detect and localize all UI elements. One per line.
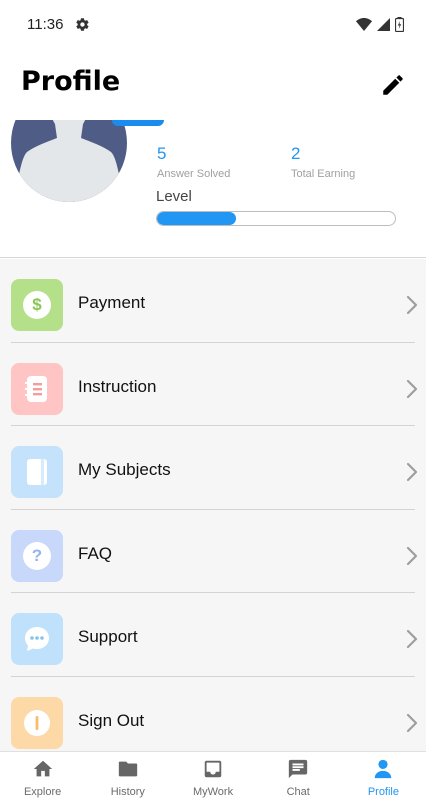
bottom-navigation: Explore History MyWork Chat Profile bbox=[0, 751, 426, 800]
status-bar: 11:36 bbox=[0, 0, 426, 50]
nav-tab-explore[interactable]: Explore bbox=[0, 752, 85, 800]
chevron-right-icon bbox=[406, 379, 418, 398]
nav-tab-label: Profile bbox=[367, 786, 399, 798]
total-earning-value: 2 bbox=[291, 144, 301, 163]
answers-solved-value: 5 bbox=[157, 144, 167, 163]
menu-item-label: Sign Out bbox=[78, 710, 145, 730]
nav-tab-profile[interactable]: Profile bbox=[341, 752, 426, 800]
menu-item-my-subjects[interactable]: My Subjects bbox=[11, 426, 418, 510]
menu-item-label: FAQ bbox=[78, 543, 113, 563]
menu-item-sign-out[interactable]: Sign Out bbox=[11, 677, 418, 752]
chevron-right-icon bbox=[406, 629, 418, 649]
nav-tab-label: History bbox=[110, 786, 145, 798]
wifi-icon bbox=[356, 18, 372, 31]
inbox-icon bbox=[204, 760, 222, 778]
nav-tab-label: Chat bbox=[286, 786, 310, 798]
status-time: 11:36 bbox=[27, 16, 64, 33]
menu-item-label: Instruction bbox=[78, 376, 157, 396]
battery-icon bbox=[395, 17, 404, 32]
page-header: Profile bbox=[0, 50, 426, 120]
chevron-right-icon bbox=[406, 713, 418, 732]
avatar[interactable] bbox=[11, 120, 127, 202]
level-label: Level bbox=[156, 188, 192, 205]
answers-solved-label: Answer Solved bbox=[157, 168, 231, 180]
status-indicators bbox=[356, 17, 404, 32]
level-progress-bar bbox=[156, 211, 396, 226]
nav-tab-chat[interactable]: Chat bbox=[256, 752, 341, 800]
chevron-right-icon bbox=[406, 546, 418, 565]
menu-item-faq[interactable]: ? FAQ bbox=[11, 510, 418, 593]
home-icon bbox=[33, 760, 52, 777]
profile-summary: 5 Answer Solved 2 Total Earning Level bbox=[0, 120, 426, 258]
nav-tab-label: MyWork bbox=[192, 786, 234, 798]
chevron-right-icon bbox=[406, 295, 418, 315]
menu-item-label: My Subjects bbox=[78, 460, 171, 479]
menu-item-label: Support bbox=[78, 627, 138, 646]
chat-bubble-icon bbox=[11, 613, 63, 665]
settings-gear-icon bbox=[76, 18, 89, 31]
menu-item-instruction[interactable]: Instruction bbox=[11, 343, 418, 426]
signal-icon bbox=[377, 18, 390, 31]
chat-icon bbox=[289, 759, 308, 779]
total-earning-label: Total Earning bbox=[291, 168, 356, 180]
nav-tab-label: Explore bbox=[23, 786, 62, 798]
menu-item-label: Payment bbox=[78, 293, 146, 312]
profile-menu: $ Payment Instruction My Subjects? FAQ Suppor… bbox=[0, 259, 426, 751]
power-icon bbox=[11, 696, 63, 749]
dollar-icon: $ bbox=[11, 279, 63, 331]
menu-item-payment[interactable]: $ Payment bbox=[11, 259, 418, 343]
chevron-right-icon bbox=[406, 462, 418, 482]
edit-pencil-icon[interactable] bbox=[380, 72, 406, 98]
nav-tab-history[interactable]: History bbox=[85, 752, 170, 800]
folder-icon bbox=[118, 761, 137, 777]
page-title: Profile bbox=[21, 66, 121, 97]
notebook-icon bbox=[11, 362, 63, 415]
person-icon bbox=[375, 759, 392, 779]
answers-solved-stat: 5 Answer Solved bbox=[157, 144, 230, 180]
avatar-edit-badge[interactable] bbox=[112, 120, 164, 126]
question-icon: ? bbox=[11, 529, 63, 582]
level-progress-fill bbox=[157, 212, 236, 225]
book-icon bbox=[11, 446, 63, 498]
avatar-placeholder-icon bbox=[15, 120, 123, 202]
nav-tab-mywork[interactable]: MyWork bbox=[170, 752, 255, 800]
total-earning-stat: 2 Total Earning bbox=[291, 144, 355, 180]
menu-item-support[interactable]: Support bbox=[11, 593, 418, 677]
